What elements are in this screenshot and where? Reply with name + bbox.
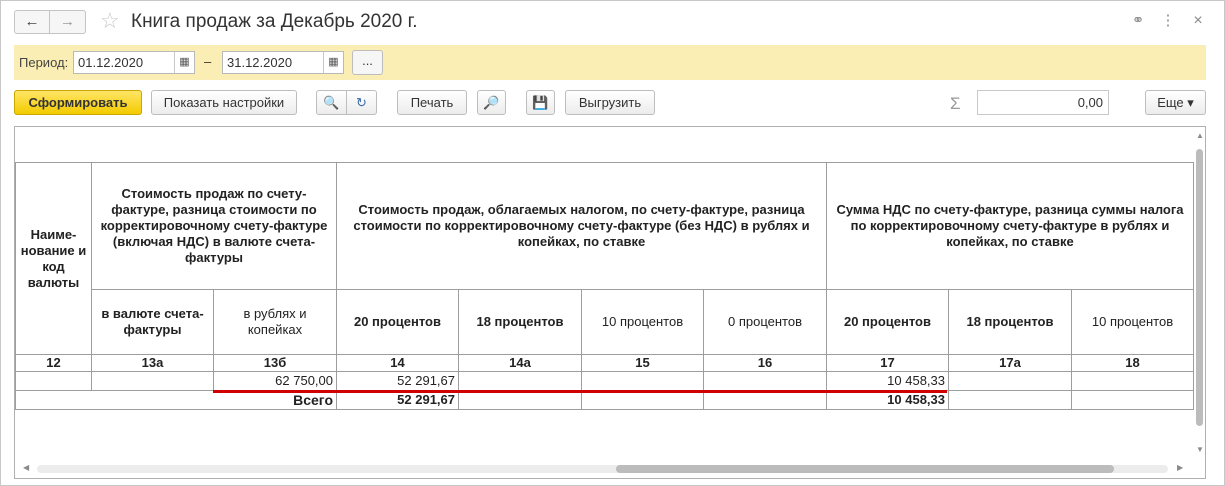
report-area: Наиме-нование и код валюты Стоимость про… bbox=[14, 126, 1206, 479]
col-number: 16 bbox=[703, 354, 827, 372]
col-number: 17а bbox=[948, 354, 1072, 372]
search-icon[interactable]: 🔍 bbox=[316, 90, 347, 115]
table-cell[interactable] bbox=[1071, 371, 1194, 391]
cell-17-value[interactable]: 10 458,33 bbox=[826, 371, 949, 391]
col-number: 14а bbox=[458, 354, 582, 372]
header-sales-cost-group: Стоимость продаж по счету-фактуре, разни… bbox=[91, 162, 337, 290]
header-col14: 20 процентов bbox=[336, 289, 459, 355]
generate-button[interactable]: Сформировать bbox=[14, 90, 142, 115]
table-cell[interactable] bbox=[91, 371, 214, 391]
period-dash: – bbox=[204, 54, 212, 69]
show-settings-button[interactable]: Показать настройки bbox=[151, 90, 297, 115]
cell-14-value[interactable]: 52 291,67 bbox=[336, 371, 459, 391]
sales-book-table: Наиме-нование и код валюты Стоимость про… bbox=[15, 162, 1194, 410]
cell-13b-value[interactable]: 62 750,00 bbox=[213, 371, 337, 391]
header-taxable-sales-group: Стоимость продаж, облагаемых налогом, по… bbox=[336, 162, 827, 290]
sum-field[interactable]: 0,00 bbox=[977, 90, 1109, 115]
calendar-icon[interactable]: ▦ bbox=[174, 52, 194, 73]
column-number-row: 12 13а 13б 14 14а 15 16 17 17а 18 bbox=[15, 354, 1194, 372]
favorite-star-icon[interactable]: ☆ bbox=[100, 9, 120, 33]
vertical-scroll-thumb[interactable] bbox=[1196, 149, 1203, 426]
table-cell[interactable] bbox=[703, 371, 827, 391]
print-preview-icon[interactable]: 🔎 bbox=[477, 90, 506, 115]
col-number: 13а bbox=[91, 354, 214, 372]
vertical-scrollbar[interactable]: ▲ ▼ bbox=[1194, 127, 1205, 460]
table-cell[interactable] bbox=[703, 390, 827, 410]
header-col13a: в валюте счета-фактуры bbox=[91, 289, 214, 355]
export-button[interactable]: Выгрузить bbox=[565, 90, 655, 115]
total-14-value[interactable]: 52 291,67 bbox=[336, 390, 459, 410]
col-number: 14 bbox=[336, 354, 459, 372]
col-number: 17 bbox=[826, 354, 949, 372]
save-icon[interactable]: 💾 bbox=[526, 90, 555, 115]
scroll-left-icon[interactable]: ◀ bbox=[23, 463, 29, 472]
table-cell[interactable] bbox=[458, 390, 582, 410]
total-label[interactable]: Всего bbox=[15, 390, 337, 410]
header-col13b: в рублях и копейках bbox=[213, 289, 337, 355]
table-cell[interactable] bbox=[15, 371, 92, 391]
scroll-up-icon[interactable]: ▲ bbox=[1195, 131, 1205, 140]
print-button[interactable]: Печать bbox=[397, 90, 467, 115]
more-button[interactable]: Еще ▾ bbox=[1145, 90, 1206, 115]
period-select-button[interactable]: ... bbox=[352, 50, 383, 75]
total-row: Всего 52 291,67 10 458,33 bbox=[15, 390, 1194, 410]
date-from-value: 01.12.2020 bbox=[78, 55, 144, 70]
header-col14a: 18 процентов bbox=[458, 289, 582, 355]
header-col18: 10 процентов bbox=[1071, 289, 1194, 355]
forward-arrow-icon[interactable]: → bbox=[50, 10, 86, 34]
link-icon[interactable]: ⚭ bbox=[1129, 12, 1147, 30]
sigma-icon: Σ bbox=[950, 94, 961, 113]
table-row: 62 750,00 52 291,67 10 458,33 bbox=[15, 371, 1194, 391]
title-bar: ← → ☆ Книга продаж за Декабрь 2020 г. ⚭ … bbox=[1, 1, 1224, 43]
more-vertical-icon[interactable]: ⋮ bbox=[1159, 12, 1177, 30]
table-cell[interactable] bbox=[948, 371, 1072, 391]
header-currency: Наиме-нование и код валюты bbox=[15, 162, 92, 355]
table-cell[interactable] bbox=[581, 371, 704, 391]
header-col15: 10 процентов bbox=[581, 289, 704, 355]
date-to-field[interactable]: 31.12.2020 ▦ bbox=[222, 51, 344, 74]
col-number: 13б bbox=[213, 354, 337, 372]
total-17-value[interactable]: 10 458,33 bbox=[826, 390, 949, 410]
date-from-field[interactable]: 01.12.2020 ▦ bbox=[73, 51, 195, 74]
table-cell[interactable] bbox=[948, 390, 1072, 410]
table-cell[interactable] bbox=[458, 371, 582, 391]
calendar-icon[interactable]: ▦ bbox=[323, 52, 343, 73]
page-title: Книга продаж за Декабрь 2020 г. bbox=[131, 11, 418, 32]
horizontal-scroll-thumb[interactable] bbox=[616, 465, 1114, 473]
back-arrow-icon[interactable]: ← bbox=[14, 10, 50, 34]
header-col17a: 18 процентов bbox=[948, 289, 1072, 355]
col-number: 18 bbox=[1071, 354, 1194, 372]
col-number: 12 bbox=[15, 354, 92, 372]
scroll-right-icon[interactable]: ▶ bbox=[1177, 463, 1183, 472]
red-underline bbox=[213, 390, 947, 393]
table-cell[interactable] bbox=[581, 390, 704, 410]
header-vat-sum-group: Сумма НДС по счету-фактуре, разница сумм… bbox=[826, 162, 1194, 290]
header-col16: 0 процентов bbox=[703, 289, 827, 355]
close-icon[interactable]: × bbox=[1189, 12, 1207, 30]
report-window: ← → ☆ Книга продаж за Декабрь 2020 г. ⚭ … bbox=[0, 0, 1225, 486]
period-label: Период: bbox=[19, 55, 69, 70]
search-refresh-icon[interactable]: ↻ bbox=[346, 90, 377, 115]
col-number: 15 bbox=[581, 354, 704, 372]
period-panel: Период: 01.12.2020 ▦ – 31.12.2020 ▦ ... bbox=[14, 45, 1206, 80]
header-col17: 20 процентов bbox=[826, 289, 949, 355]
scroll-down-icon[interactable]: ▼ bbox=[1195, 445, 1205, 454]
horizontal-scrollbar[interactable]: ◀ ▶ bbox=[15, 460, 1194, 478]
table-cell[interactable] bbox=[1071, 390, 1194, 410]
date-to-value: 31.12.2020 bbox=[227, 55, 293, 70]
